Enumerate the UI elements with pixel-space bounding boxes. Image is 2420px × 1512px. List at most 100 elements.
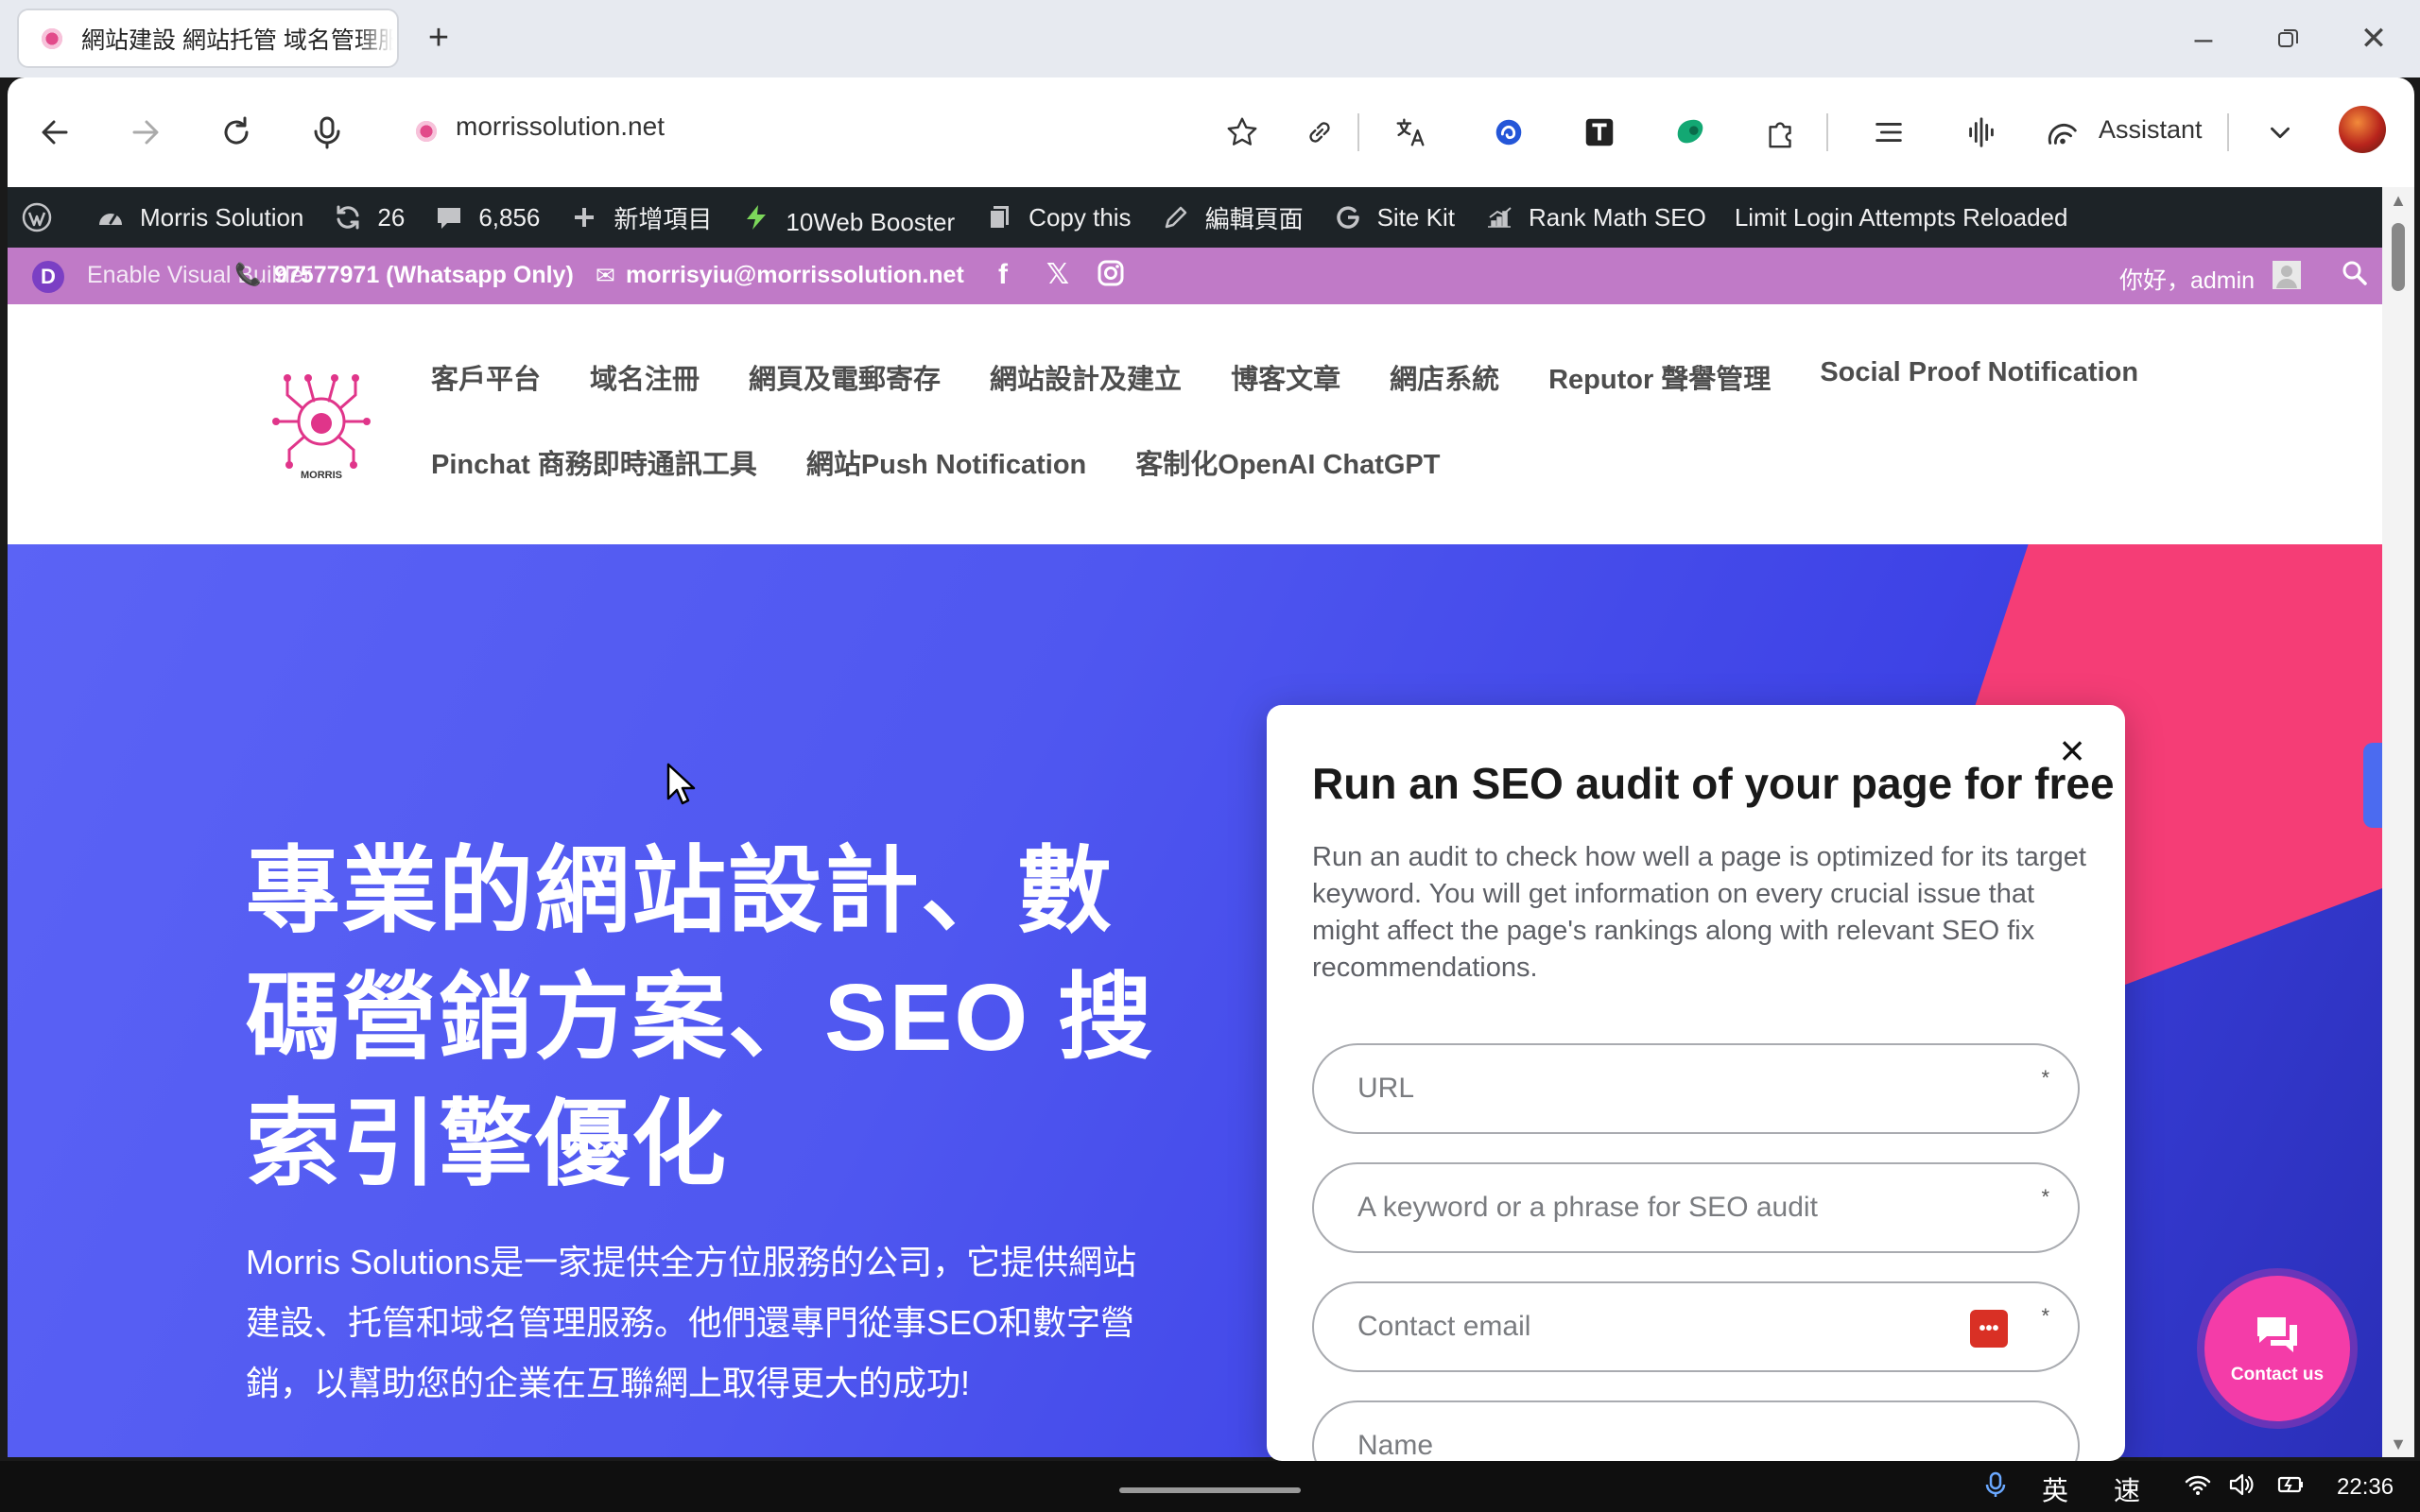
page-scrollbar[interactable]: ▲ ▼: [2382, 187, 2414, 1457]
scrollbar-thumb[interactable]: [2392, 223, 2405, 291]
wp-logo-menu[interactable]: [21, 201, 66, 233]
chevron-down-icon[interactable]: [2257, 110, 2303, 155]
back-icon[interactable]: [28, 106, 81, 159]
wp-10web-booster[interactable]: 10Web Booster: [740, 198, 955, 237]
url-input[interactable]: [1357, 1070, 1972, 1108]
dashboard-gauge-icon: [95, 201, 127, 233]
translate-icon[interactable]: [1388, 110, 1433, 155]
side-slide-tab[interactable]: [2363, 743, 2382, 828]
browser-tab-strip: 網站建設 網站托管 域名管理服務 + – ✕: [0, 0, 2420, 77]
wifi-icon[interactable]: [2184, 1470, 2212, 1505]
wp-copy-this-label: Copy this: [1028, 202, 1132, 232]
os-taskbar: 英 速 22:36: [0, 1461, 2420, 1512]
wp-site-name[interactable]: Morris Solution: [95, 201, 303, 233]
contact-us-chat-button[interactable]: Contact us: [2204, 1276, 2350, 1421]
wp-edit-page-label: 編輯頁面: [1204, 204, 1304, 233]
updates-refresh-icon: [332, 201, 364, 233]
divi-badge-icon[interactable]: D: [32, 261, 64, 293]
microphone-tray-icon[interactable]: [1981, 1470, 2010, 1505]
email-field[interactable]: ••• *: [1312, 1281, 2080, 1372]
menu-item[interactable]: 網頁及電郵寄存: [749, 357, 941, 397]
phone-icon: 📞: [234, 262, 262, 286]
instagram-icon[interactable]: [1095, 259, 1127, 291]
share-link-icon[interactable]: [1297, 110, 1342, 155]
wp-limit-login[interactable]: Limit Login Attempts Reloaded: [1735, 203, 2068, 232]
menu-item[interactable]: 網站設計及建立: [990, 357, 1182, 397]
toolbar-separator: [1826, 113, 1828, 151]
lightning-bolt-icon: [740, 201, 772, 233]
battery-icon[interactable]: [2276, 1470, 2305, 1505]
menu-item[interactable]: 網店系統: [1390, 357, 1499, 397]
menu-item[interactable]: Reputor 聲譽管理: [1548, 357, 1771, 397]
menu-item[interactable]: 博客文章: [1231, 357, 1340, 397]
audio-waveform-icon[interactable]: [1959, 110, 2004, 155]
assistant-icon[interactable]: [2040, 110, 2085, 155]
wp-site-name-label: Morris Solution: [140, 202, 304, 232]
menu-item[interactable]: 客戶平台: [431, 357, 541, 397]
minimize-icon[interactable]: –: [2182, 17, 2225, 60]
assistant-label[interactable]: Assistant: [2099, 115, 2203, 145]
site-header: MORRIS 客戶平台 域名注冊 網頁及電郵寄存 網站設計及建立 博客文章 網店系統 Rep…: [8, 304, 2382, 544]
forward-icon[interactable]: [119, 106, 172, 159]
password-manager-icon[interactable]: •••: [1970, 1310, 2008, 1348]
facebook-icon[interactable]: f: [987, 259, 1019, 291]
wp-new-item[interactable]: 新增項目: [568, 200, 712, 235]
url-favicon-icon: [414, 119, 439, 144]
wp-site-kit[interactable]: Site Kit: [1332, 201, 1455, 233]
scroll-down-arrow-icon[interactable]: ▼: [2389, 1435, 2408, 1453]
wp-rank-math[interactable]: Rank Math SEO: [1483, 201, 1706, 233]
menu-item[interactable]: 域名注冊: [590, 357, 700, 397]
x-twitter-icon[interactable]: 𝕏: [1042, 259, 1074, 291]
wp-comments[interactable]: 6,856: [433, 201, 540, 233]
main-navigation: 客戶平台 域名注冊 網頁及電郵寄存 網站設計及建立 博客文章 網店系統 Reputor 聲譽…: [431, 357, 2138, 527]
restore-icon[interactable]: [2267, 17, 2310, 60]
home-handle[interactable]: [1119, 1487, 1301, 1493]
extension-blue-spiral-icon[interactable]: [1486, 110, 1531, 155]
reading-list-icon[interactable]: [1866, 110, 1911, 155]
reload-icon[interactable]: [210, 106, 263, 159]
wp-copy-this[interactable]: Copy this: [983, 201, 1132, 233]
keyword-field[interactable]: *: [1312, 1162, 2080, 1253]
browser-tab[interactable]: 網站建設 網站托管 域名管理服務: [17, 9, 399, 68]
ime-mode-indicator[interactable]: 速: [2114, 1470, 2140, 1508]
extension-green-leaf-icon[interactable]: [1668, 110, 1713, 155]
required-mark: *: [2041, 1185, 2049, 1209]
wp-site-kit-label: Site Kit: [1376, 202, 1455, 232]
search-icon[interactable]: [2339, 259, 2371, 291]
url-field[interactable]: *: [1312, 1043, 2080, 1134]
wp-edit-page[interactable]: 編輯頁面: [1160, 200, 1304, 235]
browser-toolbar: morrissolution.net Assistant: [8, 77, 2414, 187]
profile-avatar[interactable]: [2339, 106, 2386, 153]
wp-updates[interactable]: 26: [332, 201, 405, 233]
bookmark-star-icon[interactable]: [1219, 110, 1265, 155]
wp-comments-count: 6,856: [478, 202, 541, 232]
admin-greeting[interactable]: 你好，admin: [2119, 262, 2255, 296]
wp-limit-login-label: Limit Login Attempts Reloaded: [1734, 202, 2068, 232]
address-bar-url[interactable]: morrissolution.net: [456, 112, 665, 142]
new-tab-button[interactable]: +: [420, 19, 458, 57]
microphone-icon[interactable]: [301, 106, 354, 159]
menu-item[interactable]: Pinchat 商務即時通訊工具: [431, 442, 757, 482]
ime-language-indicator[interactable]: 英: [2042, 1470, 2068, 1508]
email-input[interactable]: [1357, 1308, 1972, 1346]
wp-updates-count: 26: [377, 202, 406, 232]
user-avatar-icon[interactable]: [2271, 260, 2303, 292]
scroll-up-arrow-icon[interactable]: ▲: [2389, 191, 2408, 210]
topbar-phone[interactable]: 97577971 (Whatsapp Only): [274, 262, 574, 289]
menu-item[interactable]: 網站Push Notification: [806, 442, 1086, 482]
email-icon: ✉: [596, 263, 615, 289]
volume-icon[interactable]: [2227, 1470, 2256, 1505]
name-input[interactable]: [1357, 1427, 1972, 1461]
menu-row-1: 客戶平台 域名注冊 網頁及電郵寄存 網站設計及建立 博客文章 網店系統 Reputor 聲譽…: [431, 357, 2138, 397]
topbar-email[interactable]: morrisyiu@morrissolution.net: [626, 262, 964, 289]
name-field[interactable]: [1312, 1400, 2080, 1461]
menu-item[interactable]: Social Proof Notification: [1820, 357, 2138, 397]
menu-item[interactable]: 客制化OpenAI ChatGPT: [1135, 442, 1440, 482]
extensions-puzzle-icon[interactable]: [1758, 110, 1804, 155]
close-window-icon[interactable]: ✕: [2352, 17, 2395, 60]
morris-logo[interactable]: MORRIS: [265, 363, 378, 486]
system-clock[interactable]: 22:36: [2337, 1474, 2394, 1501]
extension-t-icon[interactable]: [1577, 110, 1622, 155]
keyword-input[interactable]: [1357, 1189, 1972, 1227]
required-mark: *: [2041, 1066, 2049, 1090]
